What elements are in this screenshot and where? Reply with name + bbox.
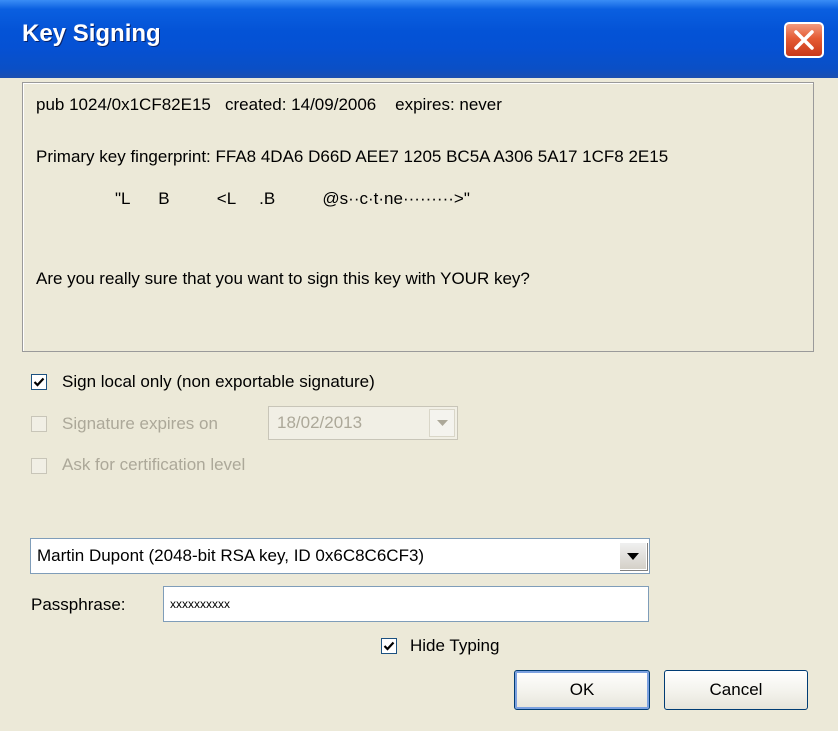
signing-key-value: Martin Dupont (2048-bit RSA key, ID 0x6C… (37, 546, 425, 565)
certification-level-label[interactable]: Ask for certification level (62, 455, 245, 475)
ok-button[interactable]: OK (514, 670, 650, 710)
checkmark-icon (33, 377, 45, 387)
signature-expires-label[interactable]: Signature expires on (62, 414, 218, 434)
title-bar[interactable]: Key Signing (0, 0, 838, 78)
checkmark-icon (383, 641, 395, 651)
passphrase-label: Passphrase: (31, 595, 126, 614)
sign-confirmation-question: Are you really sure that you want to sig… (36, 269, 530, 288)
key-info-panel: pub 1024/0x1CF82E15 created: 14/09/2006 … (22, 82, 814, 352)
key-pub-line: pub 1024/0x1CF82E15 created: 14/09/2006 … (36, 95, 502, 114)
expiry-date-value: 18/02/2013 (277, 413, 363, 432)
signing-key-select[interactable]: Martin Dupont (2048-bit RSA key, ID 0x6C… (30, 538, 650, 574)
certification-level-checkbox[interactable] (31, 458, 47, 474)
key-fingerprint-line: Primary key fingerprint: FFA8 4DA6 D66D … (36, 147, 669, 166)
sign-local-checkbox[interactable] (31, 374, 47, 390)
hide-typing-checkbox[interactable] (381, 638, 397, 654)
key-dropdown-button[interactable] (619, 542, 647, 570)
window-title: Key Signing (22, 20, 161, 47)
hide-typing-label[interactable]: Hide Typing (410, 636, 499, 656)
expiry-date-picker[interactable]: 18/02/2013 (268, 406, 458, 440)
passphrase-input[interactable] (163, 586, 649, 622)
close-button[interactable] (784, 22, 824, 58)
sign-local-label[interactable]: Sign local only (non exportable signatur… (62, 372, 375, 392)
chevron-down-icon (627, 553, 639, 560)
date-dropdown-button[interactable] (429, 409, 455, 437)
key-user-id-line: "L B <L .B @s··c·t·ne·········>" (115, 189, 470, 208)
chevron-down-icon (437, 420, 448, 426)
cancel-button[interactable]: Cancel (664, 670, 808, 710)
signature-expires-checkbox[interactable] (31, 416, 47, 432)
close-x-icon (794, 30, 814, 50)
